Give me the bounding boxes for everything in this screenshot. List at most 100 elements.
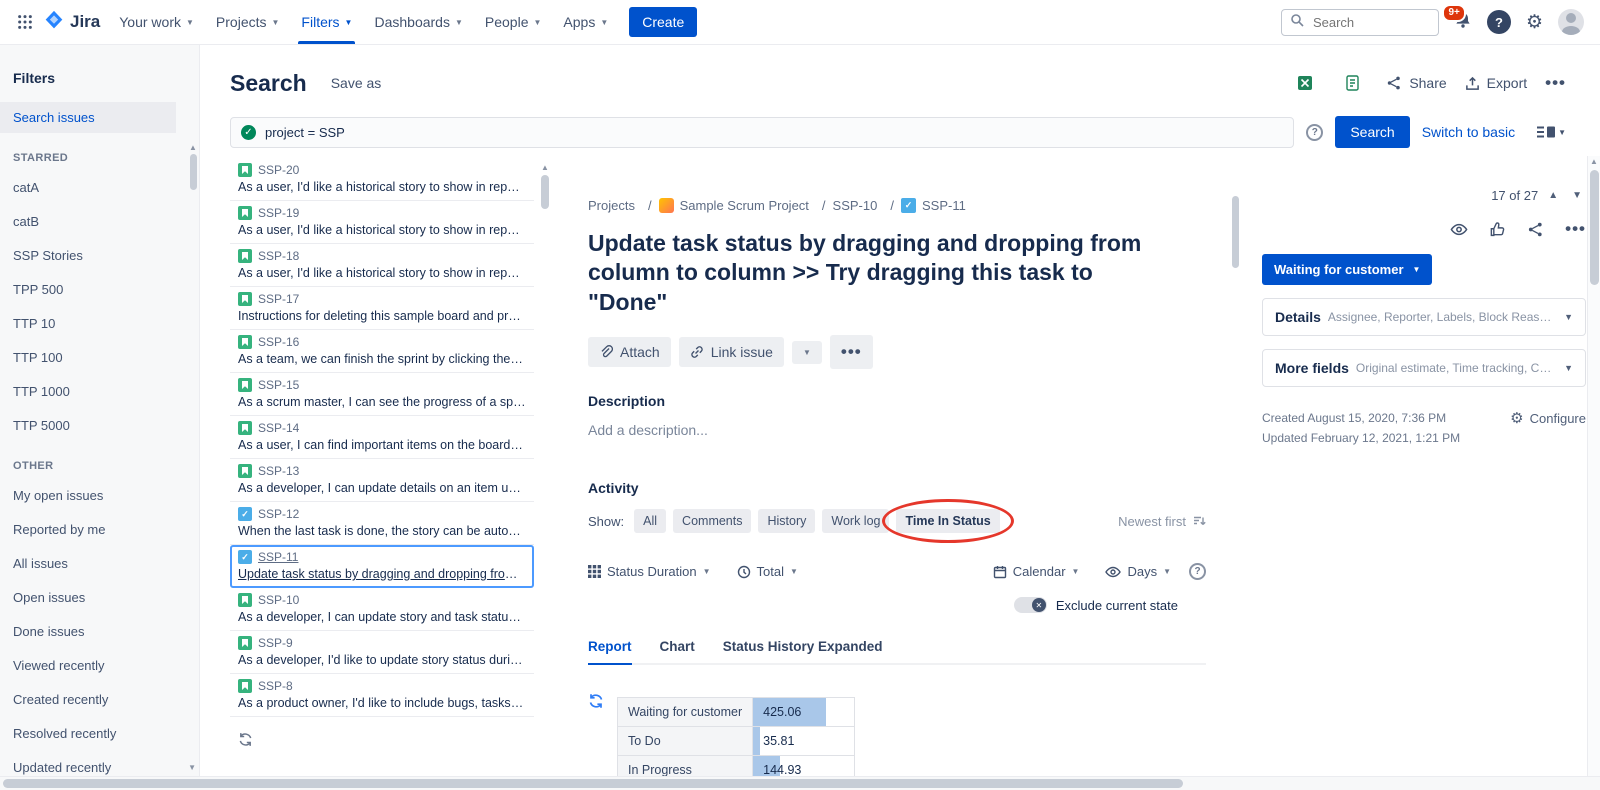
sidebar-other-item[interactable]: My open issues <box>0 480 199 511</box>
sidebar-starred-item[interactable]: SSP Stories <box>0 240 199 271</box>
sidebar-other-item[interactable]: Resolved recently <box>0 718 199 749</box>
jql-input[interactable]: project = SSP <box>230 117 1294 148</box>
detail-scrollbar[interactable] <box>1232 194 1240 738</box>
configure-button[interactable]: ⚙ Configure <box>1510 409 1586 427</box>
nav-menu-item[interactable]: Filters ▼ <box>290 0 363 44</box>
notifications-button[interactable]: 9+ <box>1454 11 1472 34</box>
app-switcher-icon[interactable] <box>10 7 40 37</box>
activity-filter-chip[interactable]: Comments <box>673 509 751 533</box>
sidebar-other-item[interactable]: Open issues <box>0 582 199 613</box>
issue-more-actions-button[interactable]: ••• <box>1565 219 1586 239</box>
tis-tab[interactable]: Chart <box>660 639 695 663</box>
activity-filter-chip[interactable]: Time In Status <box>896 509 999 533</box>
issue-list-item[interactable]: SSP-16 As a team, we can finish the spri… <box>230 330 534 373</box>
sidebar-starred-item[interactable]: TTP 10 <box>0 308 199 339</box>
syntax-help-icon[interactable]: ? <box>1306 124 1323 141</box>
sidebar-starred-item[interactable]: TTP 5000 <box>0 410 199 441</box>
switch-to-basic-link[interactable]: Switch to basic <box>1422 124 1515 140</box>
scrollbar-thumb[interactable] <box>190 154 197 190</box>
breadcrumb-item[interactable]: Sample Scrum Project / <box>659 198 833 213</box>
export-csv-icon[interactable] <box>1338 68 1368 98</box>
activity-filter-chip[interactable]: Work log <box>822 509 889 533</box>
sort-order-button[interactable]: Newest first <box>1118 514 1206 529</box>
scroll-up-arrow-icon[interactable]: ▲ <box>1588 156 1600 168</box>
save-as-button[interactable]: Save as <box>331 75 382 91</box>
sidebar-starred-item[interactable]: TTP 100 <box>0 342 199 373</box>
issue-list-item[interactable]: SSP-12 When the last task is done, the s… <box>230 502 534 545</box>
nav-menu-item[interactable]: People ▼ <box>474 0 553 44</box>
nav-menu-item[interactable]: Apps ▼ <box>552 0 619 44</box>
issue-list-item[interactable]: SSP-20 As a user, I'd like a historical … <box>230 158 534 201</box>
details-panel-toggle[interactable]: Details Assignee, Reporter, Labels, Bloc… <box>1262 298 1586 336</box>
header-more-button[interactable]: ••• <box>1545 73 1566 93</box>
status-dropdown-button[interactable]: Waiting for customer ▼ <box>1262 254 1432 285</box>
issue-list-item[interactable]: SSP-13 As a developer, I can update deta… <box>230 459 534 502</box>
nav-menu-item[interactable]: Dashboards ▼ <box>363 0 473 44</box>
link-issue-button[interactable]: Link issue <box>679 337 784 367</box>
search-button[interactable]: Search <box>1335 116 1409 148</box>
export-button[interactable]: Export <box>1465 75 1527 91</box>
share-issue-icon[interactable] <box>1527 221 1544 238</box>
activity-filter-chip[interactable]: History <box>758 509 815 533</box>
more-actions-button[interactable]: ••• <box>830 335 873 369</box>
activity-filter-chip[interactable]: All <box>634 509 666 533</box>
scroll-down-arrow-icon[interactable]: ▼ <box>188 763 196 772</box>
issue-list-item[interactable]: SSP-11 Update task status by dragging an… <box>230 545 534 588</box>
global-search-input[interactable] <box>1311 14 1421 31</box>
scrollbar-thumb[interactable] <box>3 779 1183 788</box>
link-issue-dropdown-button[interactable]: ▼ <box>792 341 822 364</box>
tis-help-icon[interactable]: ? <box>1189 563 1206 580</box>
sidebar-other-item[interactable]: Viewed recently <box>0 650 199 681</box>
attach-button[interactable]: Attach <box>588 337 671 367</box>
scrollbar-thumb[interactable] <box>1232 196 1239 268</box>
next-issue-button[interactable]: ▼ <box>1568 188 1586 203</box>
global-search[interactable] <box>1281 9 1439 36</box>
sidebar-starred-item[interactable]: TPP 500 <box>0 274 199 305</box>
total-dropdown[interactable]: Total▼ <box>737 564 798 579</box>
main-scrollbar[interactable]: ▲ <box>1587 156 1600 776</box>
issue-list-item[interactable]: SSP-18 As a user, I'd like a historical … <box>230 244 534 287</box>
refresh-list-icon[interactable] <box>238 732 253 752</box>
scroll-up-arrow-icon[interactable]: ▲ <box>540 164 550 172</box>
issue-list-item[interactable]: SSP-9 As a developer, I'd like to update… <box>230 631 534 674</box>
description-placeholder[interactable]: Add a description... <box>588 422 1206 438</box>
scrollbar-thumb[interactable] <box>1590 170 1599 285</box>
create-button[interactable]: Create <box>629 7 697 37</box>
sidebar-starred-item[interactable]: catA <box>0 172 199 203</box>
refresh-report-icon[interactable] <box>588 693 604 714</box>
calendar-dropdown[interactable]: Calendar▼ <box>993 564 1080 579</box>
sidebar-starred-item[interactable]: catB <box>0 206 199 237</box>
issue-list-item[interactable]: SSP-14 As a user, I can find important i… <box>230 416 534 459</box>
sidebar-other-item[interactable]: Reported by me <box>0 514 199 545</box>
more-fields-panel-toggle[interactable]: More fields Original estimate, Time trac… <box>1262 349 1586 387</box>
nav-menu-item[interactable]: Your work ▼ <box>108 0 205 44</box>
sidebar-other-item[interactable]: Created recently <box>0 684 199 715</box>
sidebar-item-search-issues[interactable]: Search issues <box>0 102 176 133</box>
issue-list-scrollbar[interactable]: ▲ <box>540 164 550 212</box>
breadcrumb-item[interactable]: SSP-11 / <box>901 198 966 213</box>
breadcrumb-item[interactable]: Projects / <box>588 198 659 213</box>
issue-list-item[interactable]: SSP-17 Instructions for deleting this sa… <box>230 287 534 330</box>
issue-list-item[interactable]: SSP-15 As a scrum master, I can see the … <box>230 373 534 416</box>
export-excel-icon[interactable] <box>1290 68 1320 98</box>
scrollbar-thumb[interactable] <box>541 175 549 209</box>
scroll-up-arrow-icon[interactable]: ▲ <box>189 144 197 152</box>
breadcrumb-item[interactable]: SSP-10 / <box>833 198 901 213</box>
issue-list-item[interactable]: SSP-19 As a user, I'd like a historical … <box>230 201 534 244</box>
tis-tab[interactable]: Report <box>588 639 632 663</box>
jira-logo[interactable]: Jira <box>40 10 108 35</box>
help-button[interactable]: ? <box>1487 10 1511 34</box>
sidebar-starred-item[interactable]: TTP 1000 <box>0 376 199 407</box>
share-button[interactable]: Share <box>1386 75 1446 91</box>
sidebar-other-item[interactable]: All issues <box>0 548 199 579</box>
report-value-cell[interactable]: 144.93 <box>753 756 855 776</box>
exclude-current-state-toggle[interactable]: ✕ <box>1014 597 1047 613</box>
user-avatar[interactable] <box>1558 9 1584 35</box>
issue-list-item[interactable]: SSP-8 As a product owner, I'd like to in… <box>230 674 534 717</box>
settings-gear-icon[interactable]: ⚙ <box>1526 11 1543 34</box>
status-duration-dropdown[interactable]: Status Duration▼ <box>588 564 711 579</box>
sidebar-other-item[interactable]: Updated recently <box>0 752 199 776</box>
sidebar-other-item[interactable]: Done issues <box>0 616 199 647</box>
previous-issue-button[interactable]: ▲ <box>1544 188 1562 203</box>
layout-switch-button[interactable]: ▼ <box>1537 126 1566 139</box>
